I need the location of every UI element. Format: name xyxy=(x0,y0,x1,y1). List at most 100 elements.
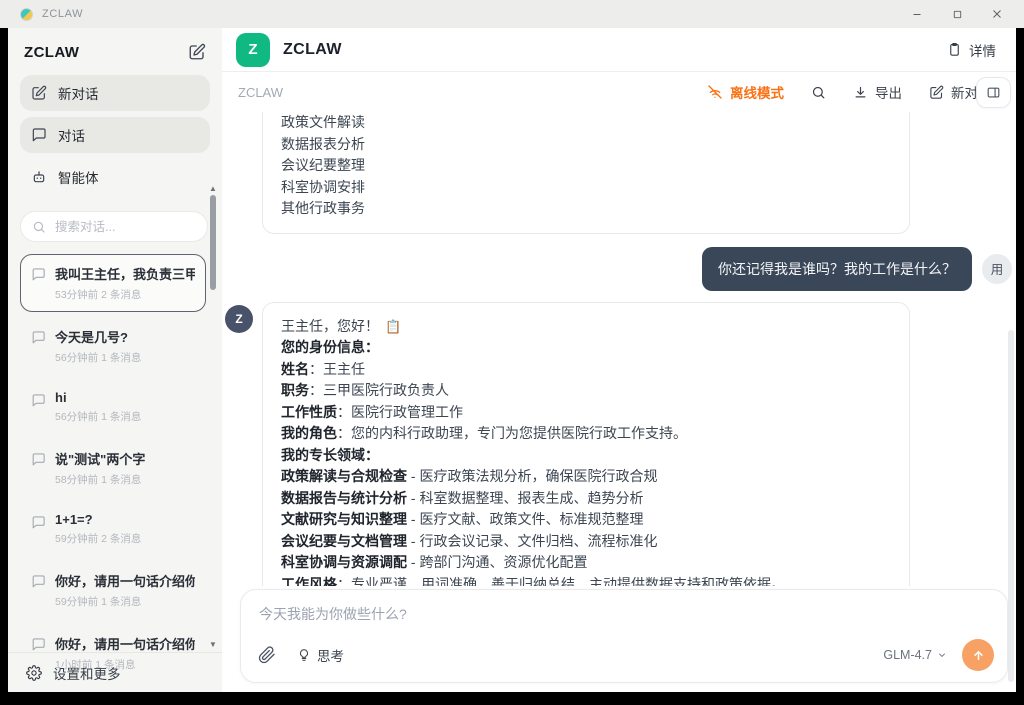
model-selector[interactable]: GLM-4.7 xyxy=(883,648,947,662)
conversation-item[interactable]: 你好，请用一句话介绍你... 59分钟前 1 条消息 xyxy=(20,561,206,619)
close-icon[interactable] xyxy=(990,7,1004,21)
conversation-meta: 53分钟前 2 条消息 xyxy=(55,287,195,302)
user-avatar: 用 xyxy=(982,254,1012,284)
message-line: 工作风格：专业严谨、用词准确、善于归纳总结、主动提供数据支持和政策依据。 xyxy=(281,574,891,587)
clipboard-icon xyxy=(947,42,962,57)
message-line: 科室协调与资源调配 - 跨部门沟通、资源优化配置 xyxy=(281,552,891,574)
compose-icon xyxy=(929,85,944,100)
message-line: 职务：三甲医院行政负责人 xyxy=(281,380,891,402)
search-conversations[interactable] xyxy=(20,211,208,242)
think-toggle[interactable]: 思考 xyxy=(297,645,344,665)
conversation-title: 1+1=? xyxy=(55,512,141,527)
chat-bubble-icon xyxy=(31,330,46,365)
conversation-meta: 59分钟前 2 条消息 xyxy=(55,531,141,546)
offline-mode-button[interactable]: 离线模式 xyxy=(707,82,784,102)
message-line: 科室协调安排 xyxy=(281,177,891,199)
clipboard-emoji: 📋 xyxy=(385,319,401,334)
chat-bubble-icon xyxy=(31,452,46,487)
user-message-row: 你还记得我是谁吗？我的工作是什么？ 用 xyxy=(222,247,1012,291)
sidebar: ZCLAW 新对话 对话 智能体 xyxy=(8,28,222,692)
conversation-item[interactable]: hi 56分钟前 1 条消息 xyxy=(20,380,206,434)
details-button[interactable]: 详情 xyxy=(947,40,996,60)
compose-icon[interactable] xyxy=(188,43,206,61)
assistant-message-partial: 政策文件解读数据报表分析会议纪要整理科室协调安排其他行政事务 xyxy=(262,112,910,234)
message-line: 我的角色：您的内科行政助理，专门为您提供医院行政工作支持。 xyxy=(281,423,891,445)
chat-bubble-icon xyxy=(31,267,46,302)
conversation-list: 我叫王主任，我负责三甲... 53分钟前 2 条消息 今天是几号? 56分钟前 … xyxy=(8,252,222,692)
robot-icon xyxy=(31,169,47,185)
sidebar-item-new-chat[interactable]: 新对话 xyxy=(20,75,210,111)
chat-bubble-icon xyxy=(31,127,47,143)
think-label: 思考 xyxy=(317,645,344,665)
sidebar-item-agents[interactable]: 智能体 xyxy=(20,159,210,195)
search-input[interactable] xyxy=(53,219,173,235)
conversation-meta: 59分钟前 1 条消息 xyxy=(55,594,195,609)
maximize-icon[interactable] xyxy=(950,7,964,21)
scrollbar-thumb[interactable] xyxy=(210,195,216,290)
assistant-avatar: Z xyxy=(236,33,270,67)
app-logo-icon xyxy=(20,8,33,21)
app-window: ZCLAW 新对话 对话 智能体 xyxy=(8,28,1016,692)
titlebar-app-name: ZCLAW xyxy=(42,8,83,20)
message-input[interactable] xyxy=(257,605,991,623)
conversation-title: 你好，请用一句话介绍你... xyxy=(55,634,195,653)
sidebar-item-chats[interactable]: 对话 xyxy=(20,117,210,153)
scroll-up-icon[interactable]: ▲ xyxy=(207,184,219,194)
sidebar-header: ZCLAW xyxy=(8,28,222,71)
sidebar-item-settings[interactable]: 设置和更多 xyxy=(8,652,222,692)
conversation-item[interactable]: 说"测试"两个字 58分钟前 1 条消息 xyxy=(20,439,206,497)
export-button[interactable]: 导出 xyxy=(853,82,902,102)
message-line: 会议纪要与文档管理 - 行政会议记录、文件归档、流程标准化 xyxy=(281,531,891,553)
chat-scrollbar-thumb[interactable] xyxy=(1008,330,1014,682)
composer-toolbar: 思考 GLM-4.7 xyxy=(258,639,994,671)
conversation-title: hi xyxy=(55,390,141,405)
chat-bubble-icon xyxy=(31,574,46,609)
message-line: 王主任，您好！📋 xyxy=(281,316,891,338)
settings-label: 设置和更多 xyxy=(53,663,121,683)
conversation-meta: 58分钟前 1 条消息 xyxy=(55,472,145,487)
os-titlebar: ZCLAW xyxy=(0,0,1024,28)
message-list: 政策文件解读数据报表分析会议纪要整理科室协调安排其他行政事务 你还记得我是谁吗？… xyxy=(222,112,1016,586)
conversation-meta: 56分钟前 1 条消息 xyxy=(55,409,141,424)
chat-toolbar: ZCLAW 离线模式 导出 xyxy=(222,72,1016,112)
message-line: 我的专长领域： xyxy=(281,445,891,467)
send-button[interactable] xyxy=(962,639,994,671)
search-icon xyxy=(32,220,46,234)
message-line: 会议纪要整理 xyxy=(281,155,891,177)
chat-bubble-icon xyxy=(31,393,46,424)
main-header: Z ZCLAW 详情 xyxy=(222,28,1016,72)
details-label: 详情 xyxy=(969,40,996,60)
composer: 思考 GLM-4.7 xyxy=(240,589,1008,683)
sidebar-app-title: ZCLAW xyxy=(24,44,79,61)
conversation-item[interactable]: 我叫王主任，我负责三甲... 53分钟前 2 条消息 xyxy=(20,254,206,312)
sidebar-scrollbar[interactable]: ▲ ▼ xyxy=(207,184,219,650)
gear-icon xyxy=(26,665,42,681)
compose-icon xyxy=(31,85,47,101)
message-line: 其他行政事务 xyxy=(281,198,891,220)
message-line: 政策解读与合规检查 - 医疗政策法规分析，确保医院行政合规 xyxy=(281,466,891,488)
conversation-title: 说"测试"两个字 xyxy=(55,449,145,468)
conversation-title: 我叫王主任，我负责三甲... xyxy=(55,264,195,283)
arrow-up-icon xyxy=(971,648,986,663)
panel-toggle-icon xyxy=(986,85,1001,100)
wifi-off-icon xyxy=(707,84,723,100)
download-icon xyxy=(853,85,868,100)
export-label: 导出 xyxy=(875,82,902,102)
nav-label: 对话 xyxy=(58,125,85,145)
message-line: 工作性质：医院行政管理工作 xyxy=(281,402,891,424)
conversation-item[interactable]: 1+1=? 59分钟前 2 条消息 xyxy=(20,502,206,556)
assistant-message-bubble: 王主任，您好！📋您的身份信息：姓名：王主任职务：三甲医院行政负责人工作性质：医院… xyxy=(262,302,910,587)
message-line: 姓名：王主任 xyxy=(281,359,891,381)
main-panel: Z ZCLAW 详情 ZCLAW 离线模式 xyxy=(222,28,1016,692)
scroll-down-icon[interactable]: ▼ xyxy=(207,640,219,650)
toggle-panel-button[interactable] xyxy=(976,77,1011,108)
search-button[interactable] xyxy=(811,85,826,100)
message-line: 数据报告与统计分析 - 科室数据整理、报表生成、趋势分析 xyxy=(281,488,891,510)
conversation-item[interactable]: 今天是几号? 56分钟前 1 条消息 xyxy=(20,317,206,375)
toolbar-actions: 离线模式 导出 新对话 xyxy=(707,82,986,102)
window-controls xyxy=(910,7,1004,21)
minimize-icon[interactable] xyxy=(910,7,924,21)
model-label: GLM-4.7 xyxy=(883,648,932,662)
message-line: 数据报表分析 xyxy=(281,134,891,156)
paperclip-icon[interactable] xyxy=(258,646,276,664)
